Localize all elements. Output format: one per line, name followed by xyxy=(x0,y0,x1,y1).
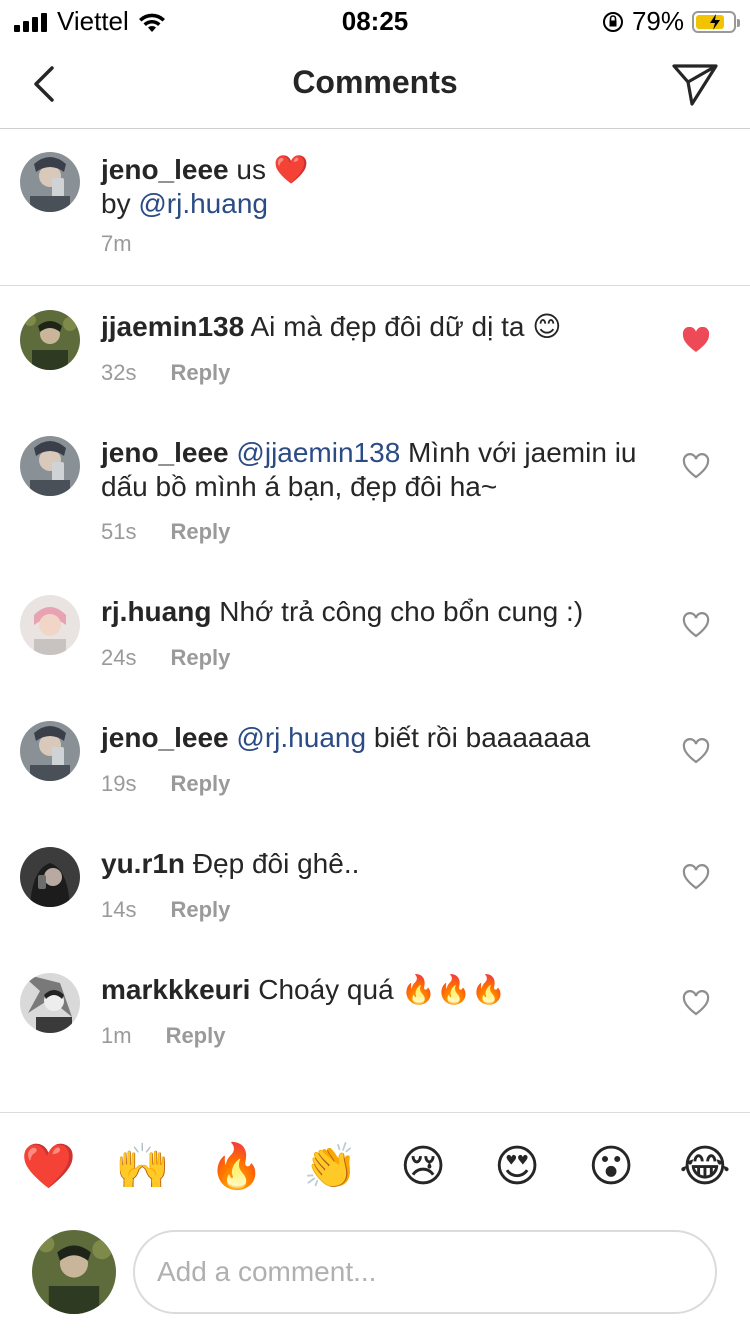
comment-time: 51s xyxy=(101,519,137,544)
avatar[interactable] xyxy=(20,152,80,212)
comment-username[interactable]: jjaemin138 xyxy=(101,311,244,342)
caption-text: jeno_leee us ❤️ by @rj.huang xyxy=(101,153,309,221)
comment-text: yu.r1n Đẹp đôi ghê.. xyxy=(101,847,661,881)
comment-body: Ai mà đẹp đôi dữ dị ta 😊 xyxy=(250,311,562,342)
emoji-cry-button[interactable]: 😢 xyxy=(397,1141,449,1193)
reply-button[interactable]: Reply xyxy=(170,897,230,922)
avatar[interactable] xyxy=(20,973,80,1033)
reply-button[interactable]: Reply xyxy=(166,1023,226,1048)
nav-header: Comments xyxy=(0,40,750,129)
comment-username[interactable]: jeno_leee xyxy=(101,722,229,753)
emoji-heart-eyes-button[interactable]: 😍 xyxy=(491,1141,543,1193)
comment-meta: 24s Reply xyxy=(101,645,230,671)
heart-filled-icon[interactable] xyxy=(682,327,710,353)
caption-username[interactable]: jeno_leee xyxy=(101,154,229,185)
comment-text: jeno_leee @jjaemin138 Mình với jaemin iu… xyxy=(101,436,661,504)
comment-time: 32s xyxy=(101,360,137,385)
comment-text: jeno_leee @rj.huang biết rồi baaaaaaa xyxy=(101,721,661,755)
avatar[interactable] xyxy=(20,310,80,370)
comment-time: 19s xyxy=(101,771,137,796)
emoji-heart-button[interactable]: ❤️ xyxy=(21,1141,76,1193)
comment-username[interactable]: yu.r1n xyxy=(101,848,185,879)
comment-meta: 19s Reply xyxy=(101,771,230,797)
emoji-fire-button[interactable]: 🔥 xyxy=(209,1141,264,1193)
comment-username[interactable]: jeno_leee xyxy=(101,437,229,468)
emoji-raised-hands-button[interactable]: 🙌 xyxy=(115,1141,170,1193)
comment-time: 1m xyxy=(101,1023,132,1048)
comment-meta: 14s Reply xyxy=(101,897,230,923)
comment-body: Nhớ trả công cho bổn cung :) xyxy=(219,596,584,627)
heart-outline-icon[interactable] xyxy=(682,453,710,479)
caption-time: 7m xyxy=(101,231,132,256)
comment-body: Choáy quá 🔥🔥🔥 xyxy=(258,974,507,1005)
comment-time: 14s xyxy=(101,897,137,922)
comment-body: Đẹp đôi ghê.. xyxy=(192,848,360,879)
heart-outline-icon[interactable] xyxy=(682,738,710,764)
caption-body: us ❤️ xyxy=(236,154,309,185)
avatar[interactable] xyxy=(20,847,80,907)
comment-username[interactable]: rj.huang xyxy=(101,596,211,627)
comment-time: 24s xyxy=(101,645,137,670)
comment-mention[interactable]: @rj.huang xyxy=(236,722,366,753)
reply-button[interactable]: Reply xyxy=(170,645,230,670)
battery-percent: 79% xyxy=(631,6,684,36)
comment-text: jjaemin138 Ai mà đẹp đôi dữ dị ta 😊 xyxy=(101,310,661,344)
emoji-quick-bar: ❤️ 🙌 🔥 👏 😢 😍 😮 😂 xyxy=(0,1112,750,1213)
comment-body: biết rồi baaaaaaa xyxy=(373,722,591,753)
comment-username[interactable]: markkkeuri xyxy=(101,974,250,1005)
comment-text: rj.huang Nhớ trả công cho bổn cung :) xyxy=(101,595,661,629)
emoji-joy-button[interactable]: 😂 xyxy=(679,1141,731,1193)
comment-input-row xyxy=(0,1212,750,1334)
avatar[interactable] xyxy=(20,595,80,655)
reply-button[interactable]: Reply xyxy=(170,771,230,796)
send-icon[interactable] xyxy=(670,60,720,108)
post-caption: jeno_leee us ❤️ by @rj.huang 7m xyxy=(0,129,750,286)
comment-meta: 32s Reply xyxy=(101,360,230,386)
avatar[interactable] xyxy=(20,721,80,781)
reply-button[interactable]: Reply xyxy=(170,519,230,544)
heart-outline-icon[interactable] xyxy=(682,864,710,890)
caption-by-prefix: by xyxy=(101,188,139,219)
page-title: Comments xyxy=(292,64,458,100)
avatar[interactable] xyxy=(20,436,80,496)
emoji-surprised-button[interactable]: 😮 xyxy=(585,1141,637,1193)
status-bar: Viettel 08:25 79% xyxy=(0,0,750,40)
heart-outline-icon[interactable] xyxy=(682,612,710,638)
comment-mention[interactable]: @jjaemin138 xyxy=(236,437,400,468)
reply-button[interactable]: Reply xyxy=(170,360,230,385)
current-user-avatar[interactable] xyxy=(32,1230,116,1314)
comment-meta: 51s Reply xyxy=(101,519,230,545)
battery-icon xyxy=(692,10,740,33)
comment-input[interactable] xyxy=(133,1230,717,1314)
emoji-clap-button[interactable]: 👏 xyxy=(303,1141,358,1193)
status-right: 79% xyxy=(602,6,740,37)
orientation-lock-icon xyxy=(602,11,623,32)
caption-mention[interactable]: @rj.huang xyxy=(138,188,268,219)
comment-meta: 1m Reply xyxy=(101,1023,225,1049)
heart-outline-icon[interactable] xyxy=(682,990,710,1016)
comment-text: markkkeuri Choáy quá 🔥🔥🔥 xyxy=(101,973,661,1007)
